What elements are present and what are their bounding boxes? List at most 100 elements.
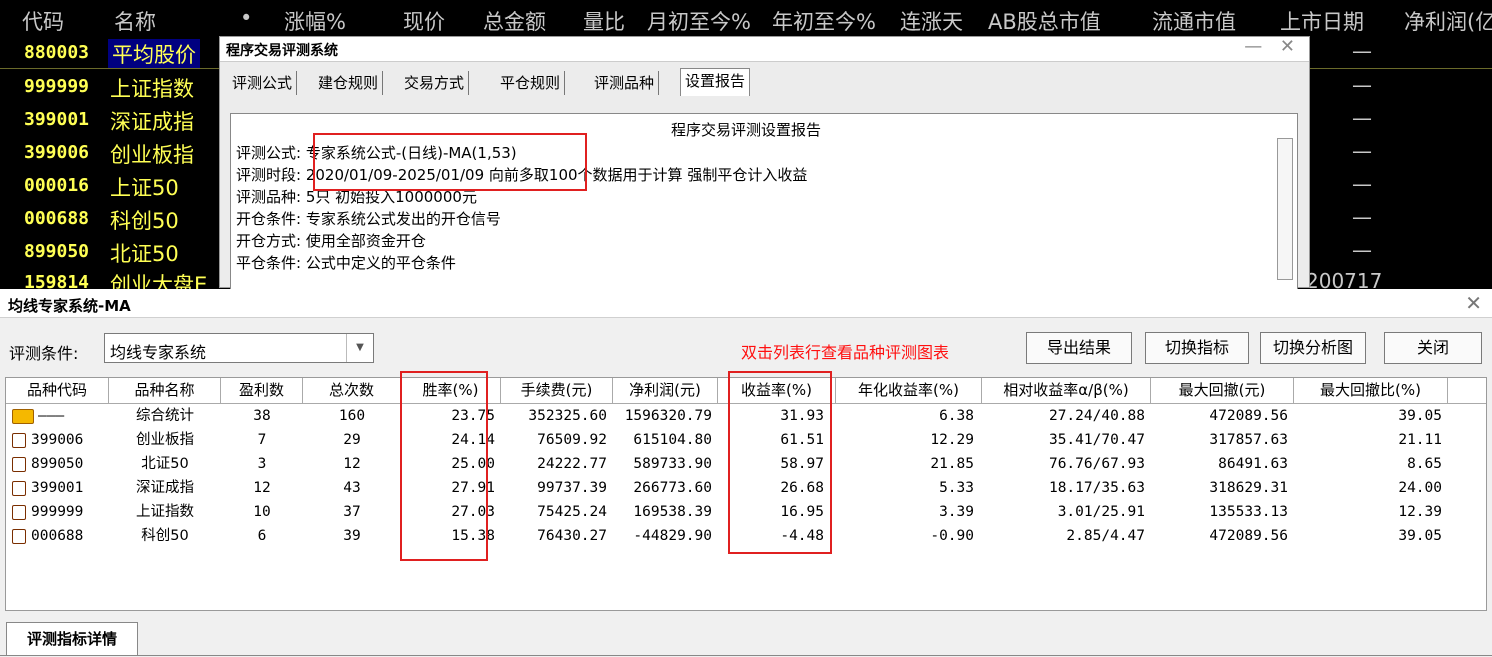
cell-annual: 21.85 [930,456,974,472]
document-icon [12,529,26,544]
cell-code: ——— [38,408,65,424]
cell-return: 61.51 [780,432,824,448]
th-drawdown[interactable]: 最大回撤(元) [1151,378,1294,403]
cell-win: 12 [253,480,271,496]
th-return[interactable]: 收益率(%) [718,378,836,403]
chevron-down-icon[interactable]: ▼ [346,334,373,362]
cell-total: 37 [343,504,361,520]
board-value: — [1352,139,1372,163]
col-code[interactable]: 代码 [22,6,64,36]
cell-profit: 169538.39 [633,504,712,520]
report-line: 评测公式: 专家系统公式-(日线)-MA(1,53) [236,144,517,162]
tab-formula[interactable]: 评测公式 [228,71,298,95]
cell-profit: -44829.90 [633,528,712,544]
col-netprofit[interactable]: 净利润(亿) [1404,6,1492,36]
th-relative[interactable]: 相对收益率α/β(%) [982,378,1151,403]
board-code: 399006 [24,142,90,163]
col-dot[interactable]: • [240,6,252,30]
table-row[interactable]: 399001 深证成指 12 43 27.91 99737.39 266773.… [6,477,1486,500]
cell-annual: 6.38 [939,408,974,424]
cell-annual: 3.39 [939,504,974,520]
switch-chart-button[interactable]: 切换分析图 [1260,332,1366,364]
tab-divider [0,655,1492,656]
quote-board-header: 代码 名称 • 涨幅% 现价 总金额 量比 月初至今% 年初至今% 连涨天 AB… [0,0,1492,40]
col-mtd[interactable]: 月初至今% [647,6,751,36]
table-row[interactable]: 999999 上证指数 10 37 27.03 75425.24 169538.… [6,501,1486,524]
th-code[interactable]: 品种代码 [6,378,109,403]
export-button[interactable]: 导出结果 [1026,332,1132,364]
report-line: 开仓条件: 专家系统公式发出的开仓信号 [236,210,501,228]
cell-win: 38 [253,408,271,424]
cell-fee: 76509.92 [537,432,607,448]
close-icon[interactable]: ✕ [1465,291,1482,315]
col-float[interactable]: 流通市值 [1152,6,1236,36]
board-code: 999999 [24,76,90,97]
board-value: 200717 [1306,269,1383,289]
window-titlebar[interactable]: 均线专家系统-MA ✕ [0,289,1492,318]
document-icon [12,433,26,448]
dialog-titlebar[interactable]: 程序交易评测系统 — ✕ [220,36,1309,62]
cell-total: 12 [343,456,361,472]
cell-fee: 24222.77 [537,456,607,472]
tab-open-rules[interactable]: 建仓规则 [314,71,384,95]
report-line: 评测时段: 2020/01/09-2025/01/09 向前多取100个数据用于… [236,166,808,184]
cell-rate: 24.14 [451,432,495,448]
table-row[interactable]: 399006 创业板指 7 29 24.14 76509.92 615104.8… [6,429,1486,452]
cell-drawdown: 317857.63 [1209,432,1288,448]
trade-eval-dialog: 程序交易评测系统 — ✕ 评测公式 建仓规则 交易方式 平仓规则 评测品种 设置… [219,36,1310,290]
cell-win: 3 [257,456,267,472]
tab-trade-mode[interactable]: 交易方式 [400,71,470,95]
switch-indicator-button[interactable]: 切换指标 [1145,332,1249,364]
cell-total: 39 [343,528,361,544]
cell-fee: 99737.39 [537,480,607,496]
board-code: 399001 [24,109,90,130]
th-fee[interactable]: 手续费(元) [501,378,613,403]
cell-drawdown-ratio: 8.65 [1407,456,1442,472]
th-total[interactable]: 总次数 [303,378,401,403]
th-rate[interactable]: 胜率(%) [401,378,501,403]
cell-win: 10 [253,504,271,520]
table-row[interactable]: 000688 科创50 6 39 15.38 76430.27 -44829.9… [6,525,1486,548]
cell-rate: 15.38 [451,528,495,544]
tab-eval-details[interactable]: 评测指标详情 [6,622,138,656]
tab-close-rules[interactable]: 平仓规则 [496,71,566,95]
report-line: 评测品种: 5只 初始投入1000000元 [236,188,477,206]
col-name[interactable]: 名称 [114,6,156,36]
col-listdate[interactable]: 上市日期 [1280,6,1364,36]
cell-drawdown: 135533.13 [1209,504,1288,520]
report-line: 开仓方式: 使用全部资金开仓 [236,232,426,250]
tab-instruments[interactable]: 评测品种 [590,71,660,95]
tab-report[interactable]: 设置报告 [680,68,751,96]
dialog-title: 程序交易评测系统 [226,43,338,59]
th-annual[interactable]: 年化收益率(%) [836,378,982,403]
th-profit[interactable]: 净利润(元) [613,378,718,403]
window-controls[interactable]: — ✕ [1244,36,1301,57]
col-mktcap[interactable]: AB股总市值 [988,6,1101,36]
board-code: 159814 [24,272,90,289]
col-change[interactable]: 涨幅% [284,6,346,36]
col-ytd[interactable]: 年初至今% [772,6,876,36]
cell-drawdown: 86491.63 [1218,456,1288,472]
cell-drawdown-ratio: 24.00 [1398,480,1442,496]
board-code: 880003 [24,42,90,63]
col-streak[interactable]: 连涨天 [900,6,963,36]
col-price[interactable]: 现价 [403,6,445,36]
table-row[interactable]: ——— 综合统计 38 160 23.75 352325.60 1596320.… [6,405,1486,428]
board-value: — [1352,238,1372,262]
close-button[interactable]: 关闭 [1384,332,1482,364]
cell-drawdown: 472089.56 [1209,528,1288,544]
board-code: 000016 [24,175,90,196]
table-row[interactable]: 899050 北证50 3 12 25.00 24222.77 589733.9… [6,453,1486,476]
cell-rate: 27.03 [451,504,495,520]
window-title: 均线专家系统-MA [8,297,131,315]
th-drawdown-ratio[interactable]: 最大回撤比(%) [1294,378,1448,403]
cell-return: -4.48 [780,528,824,544]
col-amount[interactable]: 总金额 [483,6,546,36]
condition-select[interactable]: 均线专家系统 ▼ [104,333,374,363]
th-win[interactable]: 盈利数 [221,378,303,403]
col-volratio[interactable]: 量比 [583,6,625,36]
cell-profit: 1596320.79 [624,408,712,424]
th-name[interactable]: 品种名称 [109,378,221,403]
report-scrollbar[interactable] [1277,138,1293,280]
board-value: — [1352,172,1372,196]
